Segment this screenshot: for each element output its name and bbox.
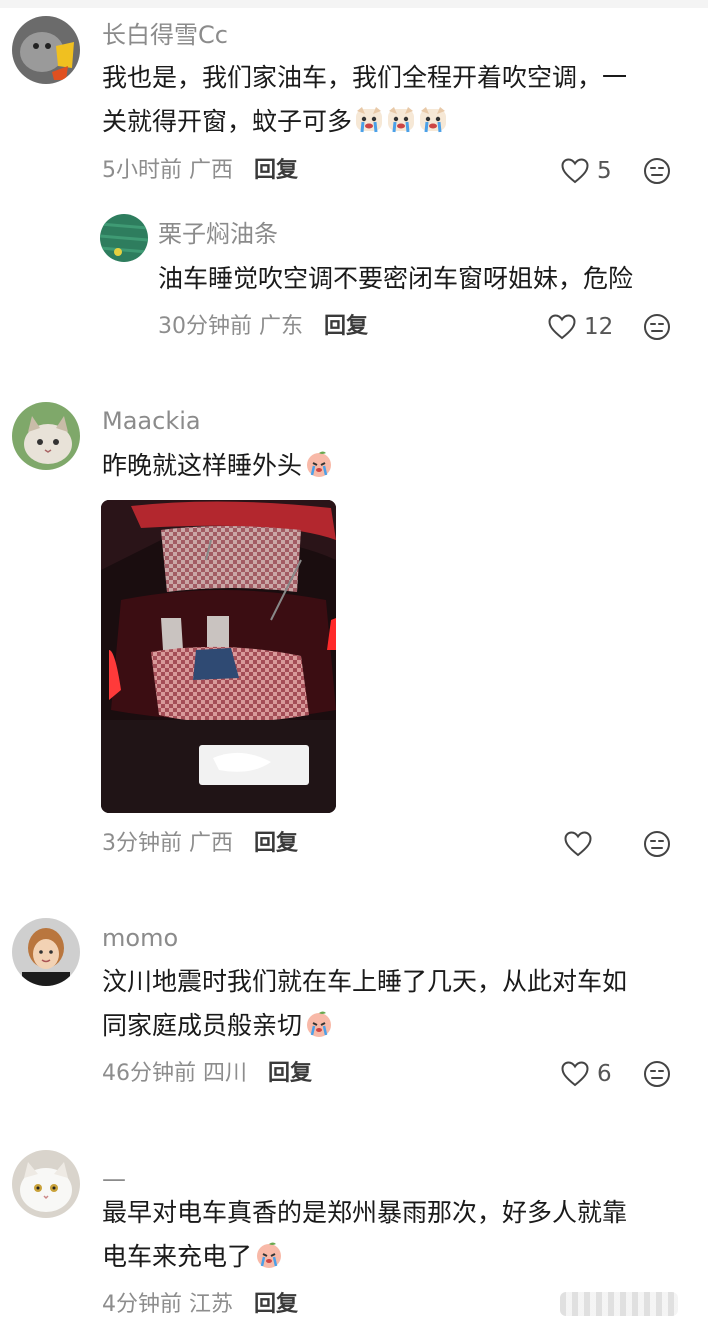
comment-text-line: 最早对电车真香的是郑州暴雨那次，好多人就靠: [102, 1198, 628, 1227]
heart-icon: [564, 831, 592, 857]
dislike-button[interactable]: [643, 830, 671, 858]
reply-time: 30分钟前: [158, 314, 252, 339]
crying-dog-emoji: [418, 105, 448, 135]
crying-dog-emoji: [386, 105, 416, 135]
comment-meta: 4分钟前 江苏 回复: [102, 1290, 298, 1320]
comment-text-line: 同家庭成员般亲切: [102, 1004, 682, 1048]
comment-time: 4分钟前: [102, 1292, 182, 1317]
crying-peach-emoji: [254, 1240, 284, 1270]
comment-text: 昨晚就这样睡外头: [102, 444, 682, 488]
comment-location: 四川: [203, 1061, 248, 1086]
comment-meta: 5小时前 广西 回复: [102, 156, 298, 186]
comment-text-line: 我也是，我们家油车，我们全程开着吹空调，一: [102, 63, 628, 92]
like-count: 12: [584, 314, 614, 340]
heart-icon: [561, 158, 589, 184]
like-button[interactable]: 12: [548, 312, 613, 342]
comment-text-segment: 昨晚就这样睡外头: [102, 451, 303, 480]
comment-location: 广西: [189, 158, 234, 183]
dislike-button[interactable]: [643, 157, 671, 185]
comment-username[interactable]: momo: [102, 923, 178, 953]
like-count: 5: [597, 158, 612, 184]
neutral-face-icon: [644, 831, 670, 857]
neutral-face-icon: [644, 1061, 670, 1087]
dislike-button[interactable]: [643, 1060, 671, 1088]
reply-button[interactable]: 回复: [254, 1292, 298, 1317]
like-button[interactable]: [564, 829, 592, 859]
like-button[interactable]: 5: [561, 156, 612, 186]
heart-icon: [548, 314, 576, 340]
comment-time: 46分钟前: [102, 1061, 196, 1086]
comment-text-segment: 同家庭成员般亲切: [102, 1011, 303, 1040]
avatar[interactable]: [12, 918, 80, 986]
avatar[interactable]: [12, 402, 80, 470]
crying-peach-emoji: [304, 1009, 334, 1039]
reply-location: 广东: [259, 314, 304, 339]
avatar[interactable]: [12, 1150, 80, 1218]
reply-button[interactable]: 回复: [254, 158, 298, 183]
reply-button[interactable]: 回复: [268, 1061, 312, 1086]
neutral-face-icon: [644, 314, 670, 340]
comment-username[interactable]: 长白得雪Cc: [102, 20, 228, 50]
comment-time: 3分钟前: [102, 831, 182, 856]
avatar[interactable]: [12, 16, 80, 84]
reply-text: 油车睡觉吹空调不要密闭车窗呀姐妹，危险: [158, 264, 634, 293]
attached-photo[interactable]: [101, 500, 336, 813]
top-divider: [0, 0, 708, 8]
comment-text-segment: 电车来充电了: [102, 1242, 253, 1271]
reply-meta: 30分钟前 广东 回复: [158, 312, 368, 342]
crying-dog-emoji: [354, 105, 384, 135]
reply-button[interactable]: 回复: [324, 314, 368, 339]
comment-username[interactable]: Maackia: [102, 406, 201, 436]
neutral-face-icon: [644, 158, 670, 184]
comment-text-line: 昨晚就这样睡外头: [102, 444, 682, 488]
comment-meta: 3分钟前 广西 回复: [102, 829, 298, 859]
comment-location: 江苏: [189, 1292, 234, 1317]
comment-meta: 46分钟前 四川 回复: [102, 1059, 312, 1089]
comment-text-line: 关就得开窗，蚊子可多: [102, 100, 682, 144]
reply-button[interactable]: 回复: [254, 831, 298, 856]
comment-text-line: 电车来充电了: [102, 1235, 682, 1279]
comment-text: 最早对电车真香的是郑州暴雨那次，好多人就靠 电车来充电了: [102, 1191, 682, 1279]
dislike-button[interactable]: [643, 313, 671, 341]
like-count: 6: [597, 1061, 612, 1087]
crying-peach-emoji: [304, 449, 334, 479]
like-button[interactable]: 6: [561, 1059, 612, 1089]
heart-icon: [561, 1061, 589, 1087]
comment-location: 广西: [189, 831, 234, 856]
comment-text-line: 汶川地震时我们就在车上睡了几天，从此对车如: [102, 967, 628, 996]
avatar[interactable]: [100, 214, 148, 262]
comment-time: 5小时前: [102, 158, 182, 183]
comment-text: 汶川地震时我们就在车上睡了几天，从此对车如 同家庭成员般亲切: [102, 960, 682, 1048]
comment-text: 我也是，我们家油车，我们全程开着吹空调，一 关就得开窗，蚊子可多: [102, 56, 682, 144]
reply-username[interactable]: 栗子焖油条: [158, 219, 278, 249]
comment-text-segment: 关就得开窗，蚊子可多: [102, 107, 353, 136]
watermark: [560, 1292, 678, 1316]
comment-username[interactable]: —: [102, 1164, 126, 1194]
